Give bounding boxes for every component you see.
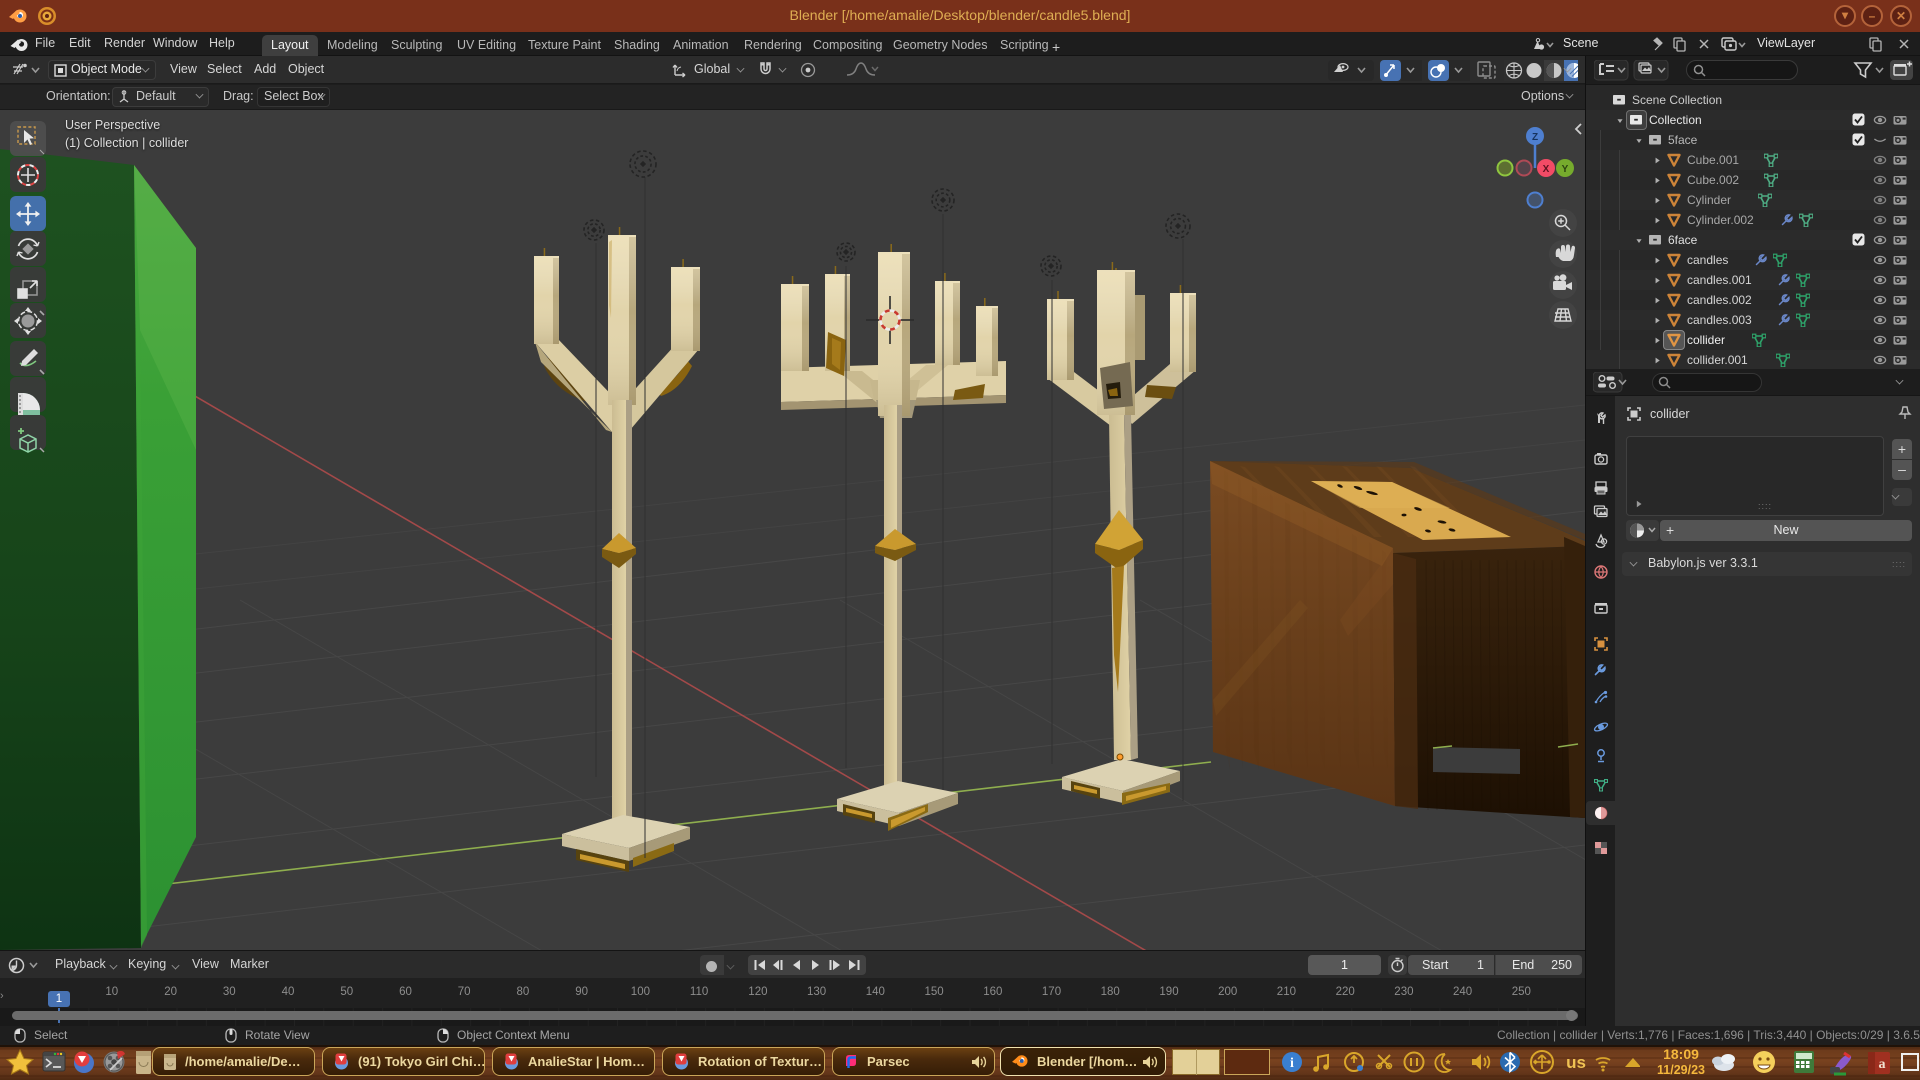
svg-text:Z: Z [1532, 132, 1538, 143]
svg-text:X: X [1543, 164, 1550, 175]
svg-text:a: a [1879, 1057, 1886, 1072]
svg-text:us: us [1566, 1053, 1586, 1072]
svg-text:i: i [1290, 1056, 1294, 1071]
svg-text:Y: Y [1562, 164, 1569, 175]
